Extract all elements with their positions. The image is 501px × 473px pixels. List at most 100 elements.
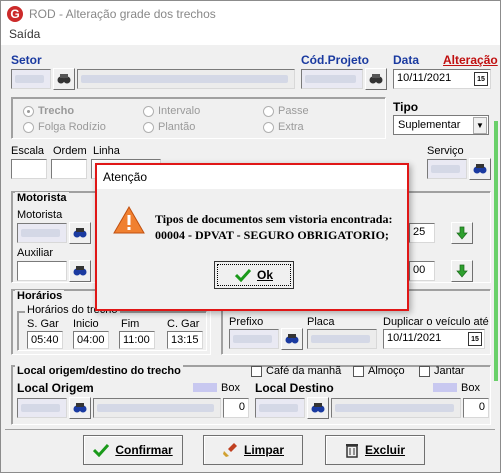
tipo-value: Suplementar [398, 119, 461, 131]
main-window: G ROD - Alteração grade dos trechos Saíd… [0, 0, 501, 473]
fim-field[interactable]: 11:00 [119, 331, 155, 349]
arrow-down-button-1[interactable] [451, 222, 473, 244]
binoculars-icon [73, 403, 87, 413]
radio-trecho[interactable]: Trecho [23, 105, 74, 117]
local-destino-code-field[interactable] [255, 398, 305, 418]
radio-extra[interactable]: Extra [263, 121, 304, 133]
confirmar-button[interactable]: Confirmar [83, 435, 183, 465]
binoculars-icon [369, 74, 383, 84]
menu-saida[interactable]: Saída [9, 27, 40, 41]
inicio-label: Inicio [73, 318, 99, 330]
cod-projeto-label: Cód.Projeto [301, 53, 369, 67]
box-destino-field[interactable]: 0 [463, 398, 489, 418]
horarios-section-title: Horários [15, 290, 65, 302]
setor-label: Setor [11, 53, 42, 67]
limpar-button[interactable]: Limpar [203, 435, 303, 465]
escala-label: Escala [11, 145, 45, 157]
box-color-swatch [193, 383, 217, 392]
ordem-field[interactable] [51, 159, 87, 179]
ok-button[interactable]: Ok [214, 261, 294, 289]
title-bar: G ROD - Alteração grade dos trechos [1, 1, 500, 27]
placa-field [307, 329, 377, 349]
time-right-field-1[interactable]: 25 [409, 223, 435, 243]
calendar-icon[interactable]: 15 [474, 72, 488, 86]
data-value: 10/11/2021 [397, 72, 452, 84]
servico-field[interactable] [427, 159, 467, 179]
radio-intervalo[interactable]: Intervalo [143, 105, 200, 117]
tipo-label: Tipo [393, 100, 419, 114]
menu-bar: Saída [1, 27, 500, 45]
radio-plantao[interactable]: Plantão [143, 121, 195, 133]
binoculars-icon [473, 164, 487, 174]
arrow-down-button-2[interactable] [451, 260, 473, 282]
window-title: ROD - Alteração grade dos trechos [29, 7, 216, 21]
box-origem-field[interactable]: 0 [223, 398, 249, 418]
local-origem-label: Local Origem [17, 381, 94, 395]
setor-name-field [77, 69, 295, 89]
radio-passe[interactable]: Passe [263, 105, 309, 117]
local-destino-search-button[interactable] [307, 397, 329, 419]
binoculars-icon [311, 403, 325, 413]
prefixo-field[interactable] [229, 329, 279, 349]
auxiliar-search-button[interactable] [69, 260, 91, 282]
inicio-field[interactable]: 04:00 [73, 331, 109, 349]
warning-icon [113, 205, 145, 234]
local-origem-search-button[interactable] [69, 397, 91, 419]
dialog-title-bar: Atenção [97, 165, 407, 189]
excluir-button[interactable]: Excluir [325, 435, 425, 465]
local-origem-code-field[interactable] [17, 398, 67, 418]
setor-search-button[interactable] [53, 68, 75, 90]
ordem-label: Ordem [53, 145, 87, 157]
local-destino-label: Local Destino [255, 381, 334, 395]
auxiliar-label: Auxiliar [17, 247, 54, 259]
s-gar-label: S. Gar [27, 318, 59, 330]
c-gar-field[interactable]: 13:15 [167, 331, 203, 349]
prefixo-search-button[interactable] [281, 328, 303, 350]
tipo-select[interactable]: Suplementar ▼ [393, 115, 489, 135]
local-section-title: Local origem/destino do trecho [15, 365, 183, 377]
servico-label: Serviço [427, 145, 464, 157]
calendar-icon[interactable]: 15 [468, 332, 482, 346]
s-gar-field[interactable]: 05:40 [27, 331, 63, 349]
placa-label: Placa [307, 316, 335, 328]
binoculars-icon [285, 334, 299, 344]
alteracao-link[interactable]: Alteração [443, 53, 498, 67]
cafe-checkbox[interactable]: Café da manhã [251, 365, 341, 377]
cod-projeto-field[interactable] [301, 69, 363, 89]
attention-dialog: Atenção Tipos de documentos sem vistoria… [95, 163, 409, 311]
escala-field[interactable] [11, 159, 47, 179]
c-gar-label: C. Gar [167, 318, 200, 330]
broom-icon [222, 443, 237, 457]
arrow-down-icon [456, 264, 468, 278]
time-right-field-2[interactable]: 00 [409, 261, 435, 281]
dialog-title: Atenção [103, 170, 148, 184]
servico-search-button[interactable] [469, 158, 491, 180]
motorista-field[interactable] [17, 223, 67, 243]
local-origem-name-field [93, 398, 221, 418]
binoculars-icon [73, 228, 87, 238]
auxiliar-field[interactable] [17, 261, 67, 281]
dialog-message-line1: Tipos de documentos sem vistoria encontr… [155, 212, 393, 226]
box-label-origem: Box [221, 382, 240, 394]
check-icon [93, 443, 110, 457]
data-label: Data [393, 53, 420, 67]
local-destino-name-field [331, 398, 461, 418]
divider [5, 429, 495, 430]
motorista-search-button[interactable] [69, 222, 91, 244]
box-label-destino: Box [461, 382, 480, 394]
duplicar-label: Duplicar o veículo até [383, 316, 489, 328]
cod-projeto-search-button[interactable] [365, 68, 387, 90]
setor-code-field[interactable] [11, 69, 51, 89]
arrow-down-icon [456, 226, 468, 240]
radio-folga[interactable]: Folga Rodízio [23, 121, 106, 133]
jantar-checkbox[interactable]: Jantar [419, 365, 465, 377]
fim-label: Fim [121, 318, 140, 330]
motorista-section-title: Motorista [15, 192, 69, 204]
almoco-checkbox[interactable]: Almoço [353, 365, 405, 377]
linha-label: Linha [93, 145, 120, 157]
motorista-label: Motorista [17, 209, 63, 221]
dialog-message: Tipos de documentos sem vistoria encontr… [155, 211, 392, 243]
scroll-indicator [494, 121, 498, 381]
chevron-down-icon: ▼ [473, 116, 487, 134]
app-logo-icon: G [7, 6, 23, 22]
